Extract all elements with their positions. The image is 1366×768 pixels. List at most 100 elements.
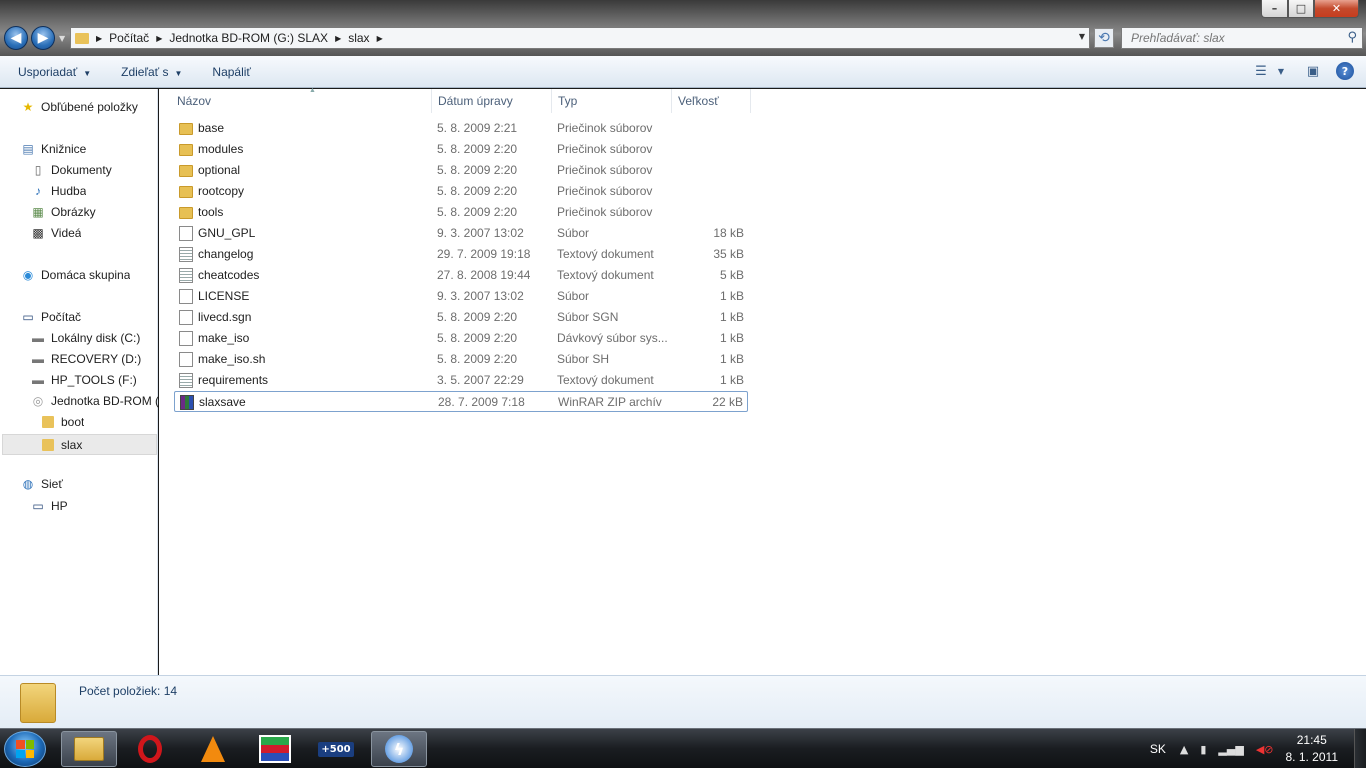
file-row[interactable]: changelog 29. 7. 2009 19:18 Textový dokume… — [174, 244, 748, 265]
file-date: 28. 7. 2009 7:18 — [438, 395, 525, 409]
column-header-type[interactable]: Typ — [552, 89, 672, 113]
view-mode-icon[interactable]: ☰ — [1252, 62, 1270, 80]
sidebar-item-drive-c[interactable]: ▬ Lokálny disk (C:) — [30, 330, 140, 346]
taskbar-flag-app-button[interactable] — [247, 731, 303, 767]
text-document-icon — [179, 247, 193, 262]
file-row[interactable]: make_iso 5. 8. 2009 2:20 Dávkový súbor sys… — [174, 328, 748, 349]
chevron-right-icon[interactable]: ▶ — [156, 34, 162, 43]
taskbar-500-app-button[interactable]: +500 — [308, 731, 364, 767]
sidebar-item-drive-d[interactable]: ▬ RECOVERY (D:) — [30, 351, 141, 367]
file-name: optional — [198, 163, 241, 177]
column-header-name[interactable]: Názov ▲ — [171, 87, 432, 113]
minimize-button[interactable]: – — [1261, 0, 1288, 18]
file-date: 5. 8. 2009 2:20 — [437, 163, 518, 177]
breadcrumb-computer[interactable]: Počítač — [109, 31, 149, 45]
file-date: 5. 8. 2009 2:20 — [437, 142, 518, 156]
sidebar-item-hp[interactable]: ▭ HP — [30, 498, 67, 514]
sidebar-item-drive-g[interactable]: ◎ Jednotka BD-ROM (G:) SLAX — [30, 393, 158, 409]
taskbar-daemon-tools-button[interactable]: ϟ — [371, 731, 427, 767]
file-icon — [179, 352, 193, 367]
clock-date: 8. 1. 2011 — [1285, 750, 1339, 764]
file-name: slaxsave — [199, 395, 246, 409]
recent-pages-dropdown[interactable]: ▼ — [59, 34, 65, 43]
file-row[interactable]: LICENSE 9. 3. 2007 13:02 Súbor 1 kB — [174, 286, 748, 307]
start-button[interactable] — [4, 731, 46, 767]
file-row[interactable]: cheatcodes 27. 8. 2008 19:44 Textový dokum… — [174, 265, 748, 286]
music-note-icon: ♪ — [35, 184, 41, 198]
language-indicator[interactable]: SK — [1150, 742, 1166, 756]
sidebar-item-drive-f[interactable]: ▬ HP_TOOLS (F:) — [30, 372, 137, 388]
burn-button[interactable]: Napáliť — [212, 65, 251, 79]
file-row[interactable]: livecd.sgn 5. 8. 2009 2:20 Súbor SGN 1 kB — [174, 307, 748, 328]
chevron-down-icon[interactable]: ▼ — [1079, 32, 1085, 41]
maximize-button[interactable]: □ — [1288, 0, 1314, 18]
chevron-right-icon[interactable]: ▶ — [377, 34, 383, 43]
sidebar-item-label: Lokálny disk (C:) — [51, 331, 141, 345]
file-row[interactable]: modules 5. 8. 2009 2:20 Priečinok súborov — [174, 139, 748, 160]
sidebar-item-music[interactable]: ♪ Hudba — [30, 183, 86, 199]
forward-button[interactable]: ▶ — [31, 26, 55, 50]
chevron-right-icon[interactable]: ▶ — [96, 34, 102, 43]
sidebar-item-favorites[interactable]: ★ Obľúbené položky — [20, 99, 138, 115]
search-input[interactable] — [1131, 31, 1341, 45]
file-row[interactable]: make_iso.sh 5. 8. 2009 2:20 Súbor SH 1 kB — [174, 349, 748, 370]
close-button[interactable]: ✕ — [1314, 0, 1359, 18]
organize-button[interactable]: Usporiadať ▼ — [18, 65, 91, 79]
taskbar-opera-button[interactable] — [122, 731, 178, 767]
folder-icon — [179, 165, 193, 177]
show-desktop-button[interactable] — [1354, 729, 1366, 768]
sidebar-item-documents[interactable]: ▯ Dokumenty — [30, 162, 112, 178]
file-row[interactable]: tools 5. 8. 2009 2:20 Priečinok súborov — [174, 202, 748, 223]
sidebar-item-slax[interactable]: slax — [2, 434, 157, 455]
sidebar-item-boot[interactable]: boot — [40, 414, 84, 430]
help-icon[interactable]: ? — [1336, 62, 1354, 80]
volume-muted-icon[interactable]: ◀⊘ — [1256, 743, 1274, 756]
sidebar-item-videos[interactable]: ▩ Videá — [30, 225, 81, 241]
share-with-button[interactable]: Zdieľať s ▼ — [121, 65, 182, 79]
chevron-down-icon[interactable]: ▼ — [1272, 62, 1290, 80]
taskbar-explorer-button[interactable] — [61, 731, 117, 767]
taskbar-vlc-button[interactable] — [185, 731, 241, 767]
sidebar-item-label: Jednotka BD-ROM (G:) SLAX — [51, 394, 158, 408]
preview-pane-icon[interactable]: ▣ — [1304, 62, 1322, 80]
column-header-size[interactable]: Veľkosť — [672, 89, 751, 113]
text-document-icon — [179, 268, 193, 283]
folder-icon — [179, 207, 193, 219]
chevron-right-icon[interactable]: ▶ — [335, 34, 341, 43]
show-hidden-icons-icon[interactable]: ▲ — [1180, 743, 1188, 756]
sidebar-item-label: HP_TOOLS (F:) — [51, 373, 137, 387]
breadcrumb-slax[interactable]: slax — [348, 31, 369, 45]
network-signal-icon[interactable]: ▂▄▆ — [1218, 743, 1243, 756]
file-type: Súbor SGN — [557, 310, 619, 324]
sidebar-item-homegroup[interactable]: ◉ Domáca skupina — [20, 267, 131, 283]
file-row[interactable]: rootcopy 5. 8. 2009 2:20 Priečinok súborov — [174, 181, 748, 202]
file-row[interactable]: base 5. 8. 2009 2:21 Priečinok súborov — [174, 118, 748, 139]
details-pane: Počet položiek: 14 — [0, 675, 1366, 728]
search-icon[interactable]: ⚲ — [1347, 30, 1357, 45]
file-name: make_iso — [198, 331, 250, 345]
refresh-button[interactable]: ⟲ — [1094, 28, 1114, 48]
search-box[interactable]: ⚲ — [1121, 27, 1363, 49]
power-icon[interactable]: ▮ — [1200, 743, 1206, 756]
explorer-folder-icon — [74, 737, 104, 761]
file-row[interactable]: GNU_GPL 9. 3. 2007 13:02 Súbor 18 kB — [174, 223, 748, 244]
sidebar-item-pictures[interactable]: ▦ Obrázky — [30, 204, 95, 220]
file-row[interactable]: requirements 3. 5. 2007 22:29 Textový doku… — [174, 370, 748, 391]
file-row[interactable]: slaxsave 28. 7. 2009 7:18 WinRAR ZIP archí… — [174, 391, 748, 412]
sidebar-item-network[interactable]: ◍ Sieť — [20, 476, 63, 492]
clock-time: 21:45 — [1296, 733, 1327, 747]
file-row[interactable]: optional 5. 8. 2009 2:20 Priečinok súborov — [174, 160, 748, 181]
breadcrumb-drive[interactable]: Jednotka BD-ROM (G:) SLAX — [169, 31, 328, 45]
address-bar[interactable]: ▶ Počítač ▶ Jednotka BD-ROM (G:) SLAX ▶ … — [70, 27, 1090, 49]
file-type: WinRAR ZIP archív — [558, 395, 662, 409]
back-button[interactable]: ◀ — [4, 26, 28, 50]
file-name: livecd.sgn — [198, 310, 252, 324]
clock[interactable]: 21:45 8. 1. 2011 — [1286, 732, 1339, 766]
sidebar-item-computer[interactable]: ▭ Počítač — [20, 309, 81, 325]
column-header-date[interactable]: Dátum úpravy — [432, 89, 552, 113]
sidebar-item-label: RECOVERY (D:) — [51, 352, 142, 366]
file-date: 5. 8. 2009 2:21 — [437, 121, 518, 135]
window-titlebar: – □ ✕ ◀ ▶ ▼ ▶ Počítač ▶ Jednotka BD-ROM … — [0, 0, 1366, 56]
sidebar-item-libraries[interactable]: ▤ Knižnice — [20, 141, 86, 157]
file-icon — [179, 289, 193, 304]
